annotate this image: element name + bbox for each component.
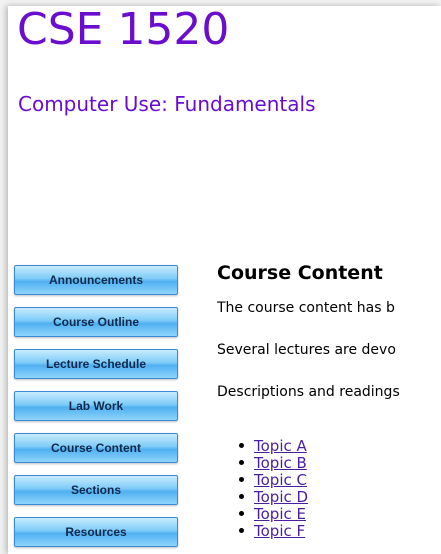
nav-button-resources[interactable]: Resources (14, 517, 178, 547)
nav-button-lab-work[interactable]: Lab Work (14, 391, 178, 421)
content-paragraph-3: Descriptions and readings (217, 384, 400, 400)
nav-button-announcements[interactable]: Announcements (14, 265, 178, 295)
topic-list: Topic A Topic B Topic C Topic D Topic E … (239, 438, 308, 540)
content-heading: Course Content (217, 262, 383, 284)
content-paragraph-1: The course content has b (217, 300, 395, 316)
topic-b-link[interactable]: Topic B (254, 454, 307, 472)
topic-a-link[interactable]: Topic A (254, 437, 307, 455)
list-item: Topic B (239, 455, 308, 472)
list-item: Topic F (239, 523, 308, 540)
nav-button-course-content[interactable]: Course Content (14, 433, 178, 463)
topic-e-link[interactable]: Topic E (254, 505, 306, 523)
list-item: Topic D (239, 489, 308, 506)
bullet-icon (239, 494, 244, 499)
main-content: Course Content The course content has b … (217, 262, 441, 540)
topic-c-link[interactable]: Topic C (254, 471, 307, 489)
bullet-icon (239, 528, 244, 533)
topic-d-link[interactable]: Topic D (254, 488, 308, 506)
course-name-subtitle: Computer Use: Fundamentals (18, 92, 316, 116)
sidebar-nav: Announcements Course Outline Lecture Sch… (14, 265, 180, 554)
nav-button-sections[interactable]: Sections (14, 475, 178, 505)
nav-button-course-outline[interactable]: Course Outline (14, 307, 178, 337)
bullet-icon (239, 460, 244, 465)
bullet-icon (239, 443, 244, 448)
content-paragraph-2: Several lectures are devo (217, 342, 396, 358)
page: CSE 1520 Computer Use: Fundamentals Anno… (8, 6, 441, 554)
course-code-title: CSE 1520 (17, 6, 230, 55)
bullet-icon (239, 511, 244, 516)
bullet-icon (239, 477, 244, 482)
list-item: Topic E (239, 506, 308, 523)
list-item: Topic C (239, 472, 308, 489)
nav-button-lecture-schedule[interactable]: Lecture Schedule (14, 349, 178, 379)
list-item: Topic A (239, 438, 308, 455)
topic-f-link[interactable]: Topic F (254, 522, 305, 540)
